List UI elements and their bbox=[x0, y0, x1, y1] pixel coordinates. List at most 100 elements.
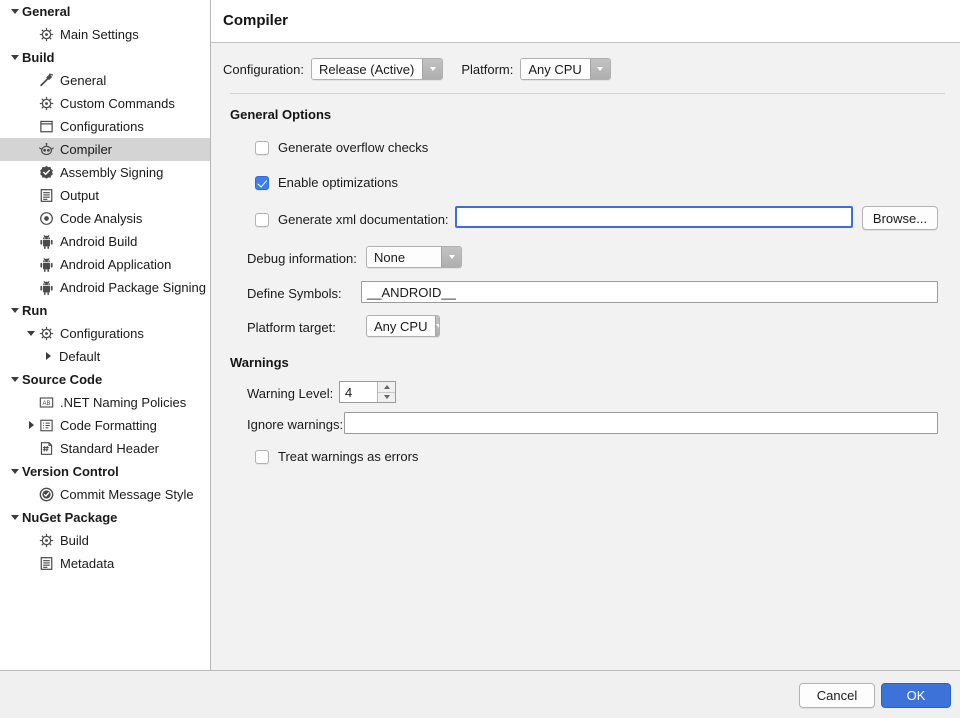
sidebar-item-assembly-signing[interactable]: Assembly Signing bbox=[0, 161, 210, 184]
android-icon bbox=[38, 280, 54, 296]
hash-page-icon bbox=[38, 441, 54, 457]
sidebar-item-label: Build bbox=[22, 50, 55, 65]
sidebar-item-label: Android Package Signing bbox=[60, 280, 206, 295]
window-icon bbox=[38, 119, 54, 135]
enable-optimizations-checkbox[interactable] bbox=[255, 175, 269, 190]
chevron-right-icon[interactable] bbox=[25, 419, 38, 432]
warning-level-stepper-buttons[interactable] bbox=[377, 382, 395, 402]
chevron-down-icon[interactable] bbox=[25, 327, 38, 340]
sidebar-item-custom-commands[interactable]: Custom Commands bbox=[0, 92, 210, 115]
sidebar-item-android-build[interactable]: Android Build bbox=[0, 230, 210, 253]
gear-icon bbox=[38, 533, 54, 549]
configuration-label: Configuration: bbox=[223, 61, 304, 77]
debug-information-label: Debug information: bbox=[247, 251, 357, 266]
sidebar-item-label: Run bbox=[22, 303, 48, 318]
chevron-down-icon bbox=[422, 59, 443, 79]
sidebar-item-code-analysis[interactable]: Code Analysis bbox=[0, 207, 210, 230]
sidebar-item-android-application[interactable]: Android Application bbox=[0, 253, 210, 276]
sidebar-item-general[interactable]: General bbox=[0, 0, 210, 23]
browse-button[interactable]: Browse... bbox=[862, 206, 938, 230]
sidebar-item-label: Version Control bbox=[22, 464, 119, 479]
chevron-down-icon[interactable] bbox=[9, 304, 22, 317]
treat-warnings-as-errors-checkbox[interactable] bbox=[255, 449, 269, 464]
platform-target-dropdown[interactable]: Any CPU bbox=[366, 315, 440, 337]
platform-dropdown[interactable]: Any CPU bbox=[520, 58, 611, 80]
sidebar-item-output[interactable]: Output bbox=[0, 184, 210, 207]
define-symbols-input[interactable]: __ANDROID__ bbox=[361, 281, 938, 303]
sidebar-item-source-code[interactable]: Source Code bbox=[0, 368, 210, 391]
sidebar-item-standard-header[interactable]: Standard Header bbox=[0, 437, 210, 460]
treat-warnings-as-errors-row[interactable]: Treat warnings as errors bbox=[255, 449, 418, 464]
sidebar-item-configurations[interactable]: Configurations bbox=[0, 322, 210, 345]
sidebar-item-version-control[interactable]: Version Control bbox=[0, 460, 210, 483]
ok-button[interactable]: OK bbox=[881, 683, 951, 708]
sidebar-item-code-formatting[interactable]: Code Formatting bbox=[0, 414, 210, 437]
chevron-down-icon[interactable] bbox=[9, 5, 22, 18]
list-box-icon bbox=[38, 418, 54, 434]
gear-icon bbox=[38, 96, 54, 112]
sidebar-item-commit-message-style[interactable]: Commit Message Style bbox=[0, 483, 210, 506]
chevron-right-icon[interactable] bbox=[42, 350, 55, 363]
page-title: Compiler bbox=[223, 12, 289, 29]
preferences-dialog: General Main Settings Build General Custom C… bbox=[0, 0, 960, 718]
sidebar-item-label: Default bbox=[59, 349, 101, 364]
generate-overflow-checks-row[interactable]: Generate overflow checks bbox=[255, 140, 428, 155]
generate-xml-documentation-row[interactable]: Generate xml documentation: bbox=[255, 212, 449, 227]
sidebar-item-run[interactable]: Run bbox=[0, 299, 210, 322]
sidebar-item-compiler[interactable]: Compiler bbox=[0, 138, 210, 161]
sidebar-item-nuget-package[interactable]: NuGet Package bbox=[0, 506, 210, 529]
xml-documentation-path-input[interactable] bbox=[455, 206, 853, 228]
sidebar-item-build[interactable]: Build bbox=[0, 46, 210, 69]
sidebar-item-label: Android Build bbox=[60, 234, 138, 249]
treat-warnings-as-errors-label: Treat warnings as errors bbox=[278, 449, 419, 464]
configuration-row: Configuration: Release (Active) Platform… bbox=[223, 58, 611, 80]
chevron-down-icon[interactable] bbox=[9, 511, 22, 524]
chevron-down-icon[interactable] bbox=[9, 373, 22, 386]
enable-optimizations-row[interactable]: Enable optimizations bbox=[255, 175, 398, 190]
stepper-down-icon[interactable] bbox=[378, 393, 395, 403]
content-header: Compiler bbox=[211, 0, 960, 43]
generate-xml-documentation-label: Generate xml documentation: bbox=[278, 212, 449, 227]
sidebar-item-general[interactable]: General bbox=[0, 69, 210, 92]
sidebar-item-main-settings[interactable]: Main Settings bbox=[0, 23, 210, 46]
warning-level-stepper[interactable]: 4 bbox=[339, 381, 396, 403]
platform-target-label: Platform target: bbox=[247, 320, 336, 335]
sidebar-item-build[interactable]: Build bbox=[0, 529, 210, 552]
settings-content-pane: Compiler Configuration: Release (Active)… bbox=[211, 0, 960, 670]
ignore-warnings-input[interactable] bbox=[344, 412, 938, 434]
chevron-down-icon[interactable] bbox=[9, 465, 22, 478]
section-divider bbox=[230, 93, 945, 94]
generate-xml-documentation-checkbox[interactable] bbox=[255, 212, 269, 227]
svg-text:AB: AB bbox=[42, 401, 50, 407]
sidebar-item-label: Compiler bbox=[60, 142, 113, 157]
sidebar-item-label: Code Analysis bbox=[60, 211, 143, 226]
platform-target-value: Any CPU bbox=[367, 316, 436, 336]
generate-overflow-checks-checkbox[interactable] bbox=[255, 140, 269, 155]
warning-level-value[interactable]: 4 bbox=[340, 382, 377, 402]
debug-information-dropdown[interactable]: None bbox=[366, 246, 462, 268]
sidebar-item-android-package-signing[interactable]: Android Package Signing bbox=[0, 276, 210, 299]
sidebar-item-configurations[interactable]: Configurations bbox=[0, 115, 210, 138]
sidebar-item-metadata[interactable]: Metadata bbox=[0, 552, 210, 575]
hammer-icon bbox=[38, 73, 54, 89]
sidebar-item-default[interactable]: Default bbox=[0, 345, 210, 368]
chevron-down-icon[interactable] bbox=[9, 51, 22, 64]
stepper-up-icon[interactable] bbox=[378, 382, 395, 393]
android-icon bbox=[38, 257, 54, 273]
settings-sidebar[interactable]: General Main Settings Build General Custom C… bbox=[0, 0, 211, 670]
configuration-dropdown[interactable]: Release (Active) bbox=[310, 58, 444, 80]
chevron-down-icon bbox=[441, 247, 461, 267]
cancel-button[interactable]: Cancel bbox=[799, 683, 875, 708]
sidebar-item-net-naming-policies[interactable]: AB .NET Naming Policies bbox=[0, 391, 210, 414]
sidebar-item-label: Metadata bbox=[60, 556, 115, 571]
sidebar-item-label: NuGet Package bbox=[22, 510, 118, 525]
